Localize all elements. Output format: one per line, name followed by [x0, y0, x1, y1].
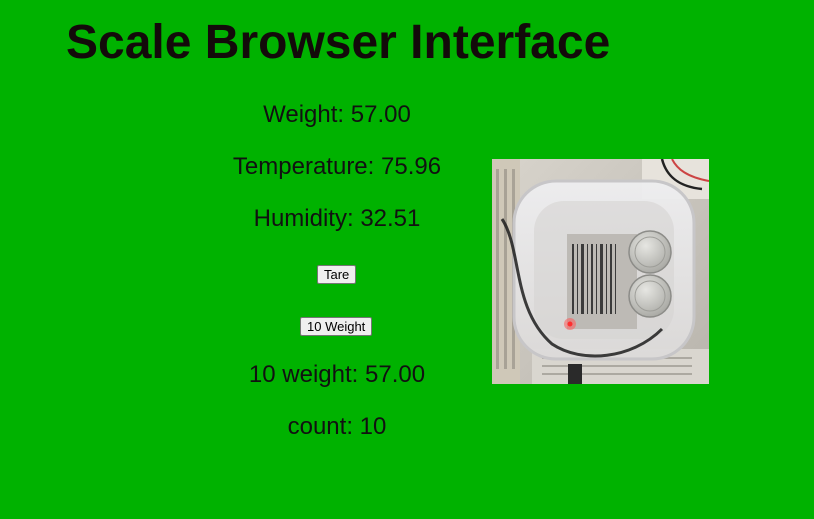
- humidity-reading: Humidity: 32.51: [187, 205, 487, 233]
- ten-weight-value: 57.00: [365, 361, 426, 388]
- page-title: Scale Browser Interface: [66, 16, 611, 69]
- weight-reading: Weight: 57.00: [187, 101, 487, 129]
- weight-label: Weight:: [263, 101, 345, 128]
- ten-weight-button[interactable]: 10 Weight: [300, 317, 373, 336]
- temperature-value: 75.96: [381, 153, 442, 180]
- count-reading: count: 10: [187, 413, 487, 441]
- scale-camera-image: [492, 159, 709, 384]
- humidity-label: Humidity:: [253, 205, 354, 232]
- ten-weight-label: 10 weight:: [248, 361, 359, 388]
- count-value: 10: [359, 413, 387, 440]
- temperature-reading: Temperature: 75.96: [187, 153, 487, 181]
- scale-photo-graphic: [492, 159, 709, 384]
- ten-weight-reading: 10 weight: 57.00: [187, 361, 487, 389]
- count-label: count:: [287, 413, 353, 440]
- temperature-label: Temperature:: [232, 153, 375, 180]
- tare-button[interactable]: Tare: [317, 265, 357, 284]
- weight-value: 57.00: [350, 101, 411, 128]
- humidity-value: 32.51: [360, 205, 421, 232]
